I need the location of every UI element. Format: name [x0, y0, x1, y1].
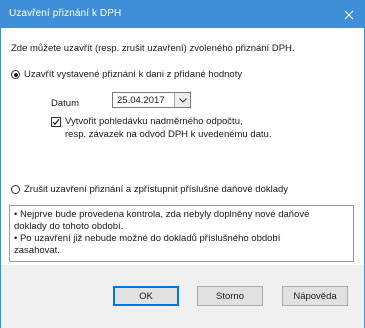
radio-cancel-label: Zrušit uzavření přiznání a zpřístupnit p…: [24, 184, 289, 195]
radio-close-label: Uzavřít vystavené přiznání k dani z přid…: [24, 69, 243, 80]
dph-close-dialog: Uzavření přiznání k DPH Zde můžete uzavř…: [0, 0, 365, 328]
checkbox-label-line2: resp. závazek na odvod DPH k uvedenému d…: [65, 129, 272, 140]
ok-button[interactable]: OK: [113, 286, 179, 306]
info-line-1: • Nejprve bude provedena kontrola, zda n…: [14, 209, 310, 220]
dialog-content: Zde můžete uzavřít (resp. zrušit uzavřen…: [1, 28, 364, 265]
cancel-button[interactable]: Storno: [197, 286, 263, 306]
window-title: Uzavření přiznání k DPH: [9, 8, 122, 19]
date-picker[interactable]: 25.04.2017: [112, 92, 191, 108]
create-receivable-checkbox[interactable]: [51, 117, 61, 127]
date-label: Datum: [51, 98, 79, 109]
info-line-3: • Po uzavření již nebude možné do doklad…: [14, 233, 281, 244]
checkmark-icon: [52, 118, 60, 126]
info-line-2: doklady do tohoto období.: [14, 221, 124, 232]
radio-cancel-close[interactable]: Zrušit uzavření přiznání a zpřístupnit p…: [11, 184, 288, 195]
date-value[interactable]: 25.04.2017: [117, 95, 165, 106]
button-bar: OK Storno Nápověda: [1, 265, 364, 328]
help-button[interactable]: Nápověda: [282, 286, 348, 306]
date-dropdown-button[interactable]: [174, 93, 190, 107]
info-line-4: zasahovat.: [14, 245, 60, 256]
checkbox-label-line1: Vytvořit pohledávku nadměrného odpočtu,: [65, 116, 243, 127]
close-button[interactable]: [334, 1, 364, 28]
chevron-down-icon: [178, 97, 187, 103]
intro-text: Zde můžete uzavřít (resp. zrušit uzavřen…: [11, 43, 295, 54]
close-icon: [344, 10, 354, 19]
radio-button-unselected[interactable]: [11, 185, 20, 194]
info-box: • Nejprve bude provedena kontrola, zda n…: [9, 205, 354, 262]
title-bar[interactable]: Uzavření přiznání k DPH: [1, 1, 364, 28]
radio-button-selected[interactable]: [11, 70, 20, 79]
radio-close-return[interactable]: Uzavřít vystavené přiznání k dani z přid…: [11, 69, 242, 80]
